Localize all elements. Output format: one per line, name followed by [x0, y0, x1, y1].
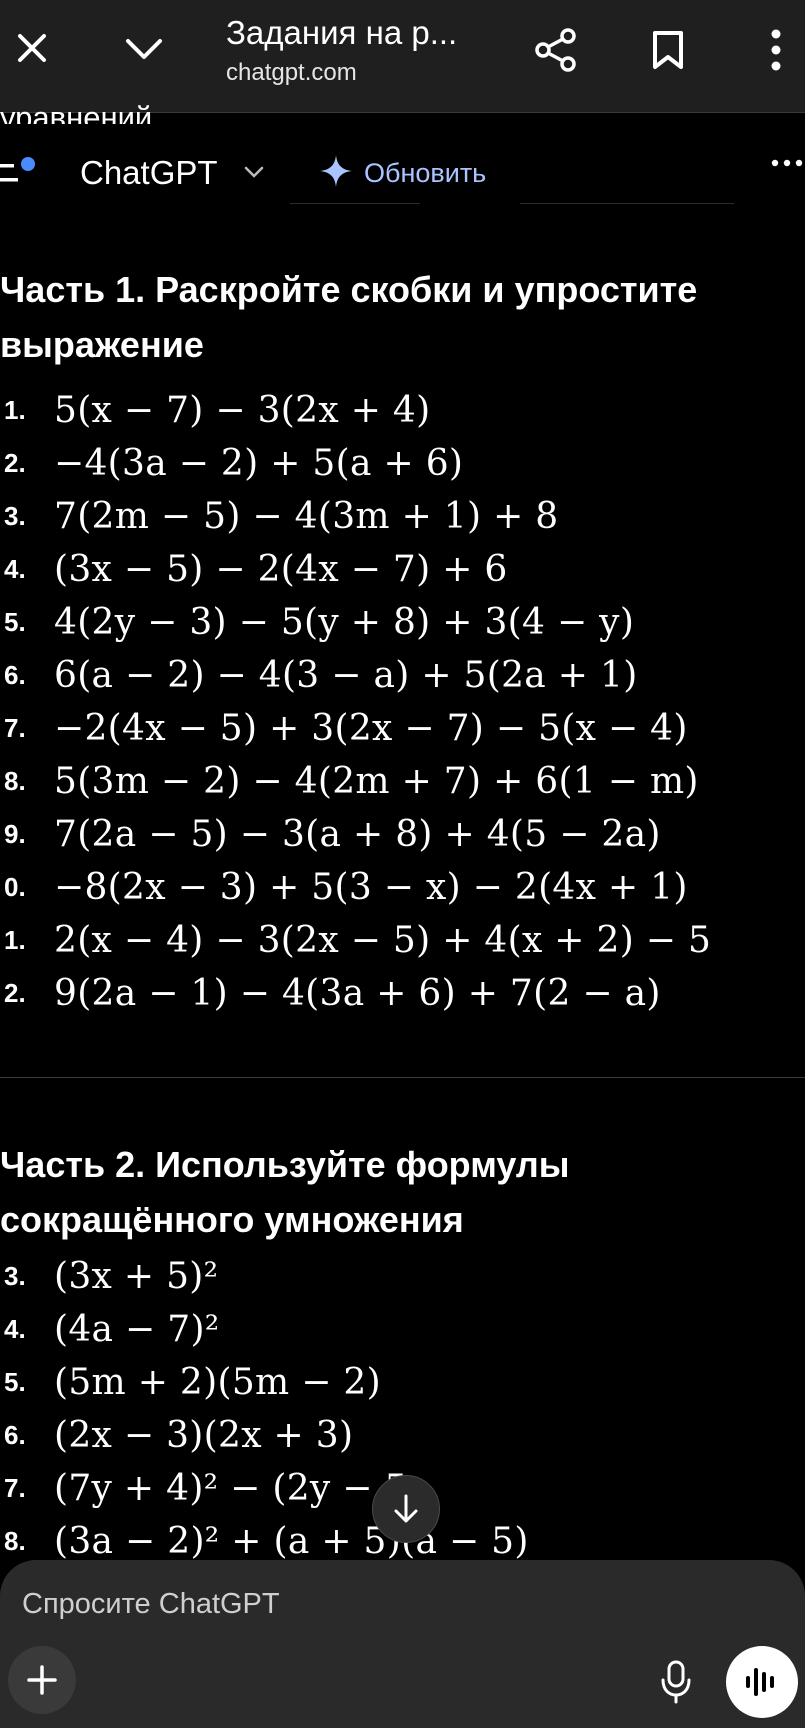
- more-horizontal-icon[interactable]: [770, 156, 805, 186]
- item-number: 6.: [4, 660, 26, 690]
- item-number: 2.: [4, 978, 26, 1008]
- item-number: 8.: [4, 766, 26, 796]
- task-item: 5. (5m + 2)(5m − 2): [0, 1356, 529, 1409]
- task-item: 2. 9(2a − 1) − 4(3a + 6) + 7(2 − a): [0, 967, 711, 1020]
- math-expression: (5m + 2)(5m − 2): [54, 1362, 381, 1403]
- waveform-icon: [746, 1668, 774, 1696]
- math-expression: (7y + 4)² − (2y − 5: [54, 1468, 408, 1509]
- more-vertical-icon[interactable]: [752, 22, 800, 78]
- task-item: 8. (3a − 2)² + (a + 5)(a − 5): [0, 1515, 529, 1560]
- item-number: 0.: [4, 872, 26, 902]
- task-item: 5. 4(2y − 3) − 5(y + 8) + 3(4 − y): [0, 596, 711, 649]
- math-expression: −4(3a − 2) + 5(a + 6): [54, 443, 464, 484]
- task-item: 3. 7(2m − 5) − 4(3m + 1) + 8: [0, 490, 711, 543]
- math-expression: 9(2a − 1) − 4(3a + 6) + 7(2 − a): [54, 973, 661, 1014]
- close-icon[interactable]: [8, 20, 56, 76]
- item-number: 5.: [4, 607, 26, 637]
- math-expression: (3a − 2)² + (a + 5)(a − 5): [54, 1521, 529, 1560]
- page-title: Задания на р...: [226, 14, 458, 51]
- math-expression: −2(4x − 5) + 3(2x − 7) − 5(x − 4): [54, 708, 688, 749]
- task-item: 9. 7(2a − 5) − 3(a + 8) + 4(5 − 2a): [0, 808, 711, 861]
- section-title-part1: Часть 1. Раскройте скобки и упростите вы…: [0, 269, 698, 365]
- composer: [0, 1560, 805, 1728]
- math-expression: 6(a − 2) − 4(3 − a) + 5(2a + 1): [54, 655, 638, 696]
- item-number: 3.: [4, 501, 26, 531]
- task-item: 7. −2(4x − 5) + 3(2x − 7) − 5(x − 4): [0, 702, 711, 755]
- item-number: 2.: [4, 448, 26, 478]
- item-number: 4.: [4, 1314, 26, 1344]
- math-expression: (3x + 5)²: [54, 1256, 219, 1297]
- item-number: 1.: [4, 395, 26, 425]
- microphone-icon[interactable]: [646, 1652, 706, 1712]
- math-expression: 5(3m − 2) − 4(2m + 7) + 6(1 − m): [54, 761, 699, 802]
- task-item: 8. 5(3m − 2) − 4(2m + 7) + 6(1 − m): [0, 755, 711, 808]
- math-expression: 5(x − 7) − 3(2x + 4): [54, 390, 431, 431]
- add-attachment-button[interactable]: [8, 1646, 76, 1714]
- scroll-down-button[interactable]: [372, 1475, 440, 1543]
- part2-task-list: 3. (3x + 5)² 4. (4a − 7)² 5. (5m + 2)(5m − 2)…: [0, 1250, 529, 1560]
- model-selector-label[interactable]: ChatGPT: [80, 152, 218, 194]
- item-number: 4.: [4, 554, 26, 584]
- math-expression: 2(x − 4) − 3(2x − 5) + 4(x + 2) − 5: [54, 920, 712, 961]
- task-item: 4. (3x − 5) − 2(4x − 7) + 6: [0, 543, 711, 596]
- clipped-text: уравнений.: [0, 102, 161, 124]
- math-expression: 4(2y − 3) − 5(y + 8) + 3(4 − y): [54, 602, 635, 643]
- section-divider: [0, 1077, 805, 1078]
- math-expression: (4a − 7)²: [54, 1309, 220, 1350]
- upgrade-button[interactable]: Обновить: [318, 150, 486, 196]
- header-divider: [520, 203, 734, 204]
- menu-icon[interactable]: [0, 156, 44, 190]
- task-item: 2. −4(3a − 2) + 5(a + 6): [0, 437, 711, 490]
- chevron-down-icon[interactable]: [240, 162, 268, 186]
- task-item: 3. (3x + 5)²: [0, 1250, 529, 1303]
- sparkle-icon: [318, 153, 354, 194]
- task-item: 0. −8(2x − 3) + 5(3 − x) − 2(4x + 1): [0, 861, 711, 914]
- task-item: 7. (7y + 4)² − (2y − 5: [0, 1462, 529, 1515]
- chat-header: ChatGPT Обновить: [0, 140, 805, 206]
- share-icon[interactable]: [528, 22, 584, 78]
- item-number: 7.: [4, 1473, 26, 1503]
- task-item: 1. 2(x − 4) − 3(2x − 5) + 4(x + 2) − 5: [0, 914, 711, 967]
- math-expression: (3x − 5) − 2(4x − 7) + 6: [54, 549, 508, 590]
- task-item: 4. (4a − 7)²: [0, 1303, 529, 1356]
- upgrade-label: Обновить: [364, 157, 487, 188]
- header-divider: [290, 203, 420, 204]
- math-expression: (2x − 3)(2x + 3): [54, 1415, 354, 1456]
- task-item: 6. (2x − 3)(2x + 3): [0, 1409, 529, 1462]
- bookmark-icon[interactable]: [640, 22, 696, 78]
- task-item: 1. 5(x − 7) − 3(2x + 4): [0, 384, 711, 437]
- prompt-input[interactable]: [20, 1582, 624, 1626]
- item-number: 3.: [4, 1261, 26, 1291]
- page-title-block[interactable]: Задания на р... chatgpt.com: [226, 14, 486, 88]
- section-title-part2: Часть 2. Используйте формулы сокращённог…: [0, 1144, 570, 1240]
- math-expression: 7(2m − 5) − 4(3m + 1) + 8: [54, 496, 559, 537]
- page-url: chatgpt.com: [226, 59, 357, 86]
- part1-task-list: 1. 5(x − 7) − 3(2x + 4) 2. −4(3a − 2) + 5(a…: [0, 384, 711, 1020]
- item-number: 1.: [4, 925, 26, 955]
- voice-mode-button[interactable]: [726, 1646, 798, 1718]
- item-number: 9.: [4, 819, 26, 849]
- math-expression: 7(2a − 5) − 3(a + 8) + 4(5 − 2a): [54, 814, 661, 855]
- math-expression: −8(2x − 3) + 5(3 − x) − 2(4x + 1): [54, 867, 688, 908]
- browser-toolbar: Задания на р... chatgpt.com: [0, 0, 805, 113]
- item-number: 6.: [4, 1420, 26, 1450]
- item-number: 8.: [4, 1526, 26, 1556]
- chevron-down-icon[interactable]: [116, 20, 172, 76]
- item-number: 5.: [4, 1367, 26, 1397]
- item-number: 7.: [4, 713, 26, 743]
- task-item: 6. 6(a − 2) − 4(3 − a) + 5(2a + 1): [0, 649, 711, 702]
